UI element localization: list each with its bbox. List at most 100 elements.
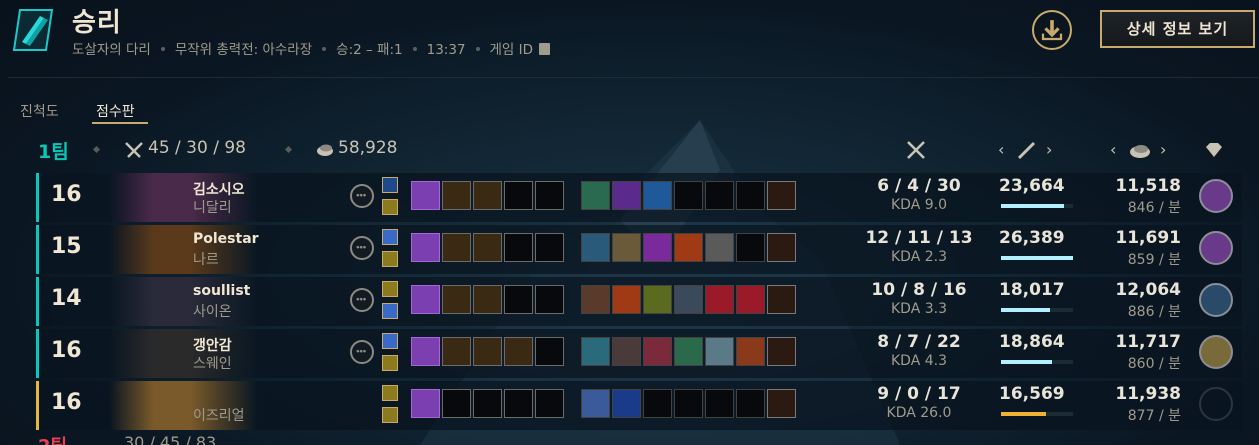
- tab-progress[interactable]: 진척도: [20, 101, 59, 121]
- item-slot-icon[interactable]: [612, 233, 641, 262]
- chat-icon[interactable]: [350, 184, 374, 208]
- mountain-backdrop: [420, 120, 900, 445]
- trinket-icon[interactable]: [767, 389, 796, 418]
- chat-icon[interactable]: [350, 236, 374, 260]
- item-slot-icon[interactable]: [581, 233, 610, 262]
- item-slot-icon[interactable]: [705, 337, 734, 366]
- result-title: 승리: [72, 8, 122, 38]
- item-slot-icon[interactable]: [581, 181, 610, 210]
- item-slot-icon[interactable]: [736, 181, 765, 210]
- augment-slot-icon: [504, 233, 533, 262]
- damage-bar: [1001, 204, 1073, 208]
- summoner-spell-icon: [382, 407, 398, 423]
- augment-slot-icon: [535, 233, 564, 262]
- honor-badge[interactable]: [1199, 179, 1233, 213]
- augment-slot-icon: [411, 389, 440, 418]
- item-slot-icon[interactable]: [674, 233, 703, 262]
- champion-name: 나르: [193, 252, 219, 268]
- player-kda-ratio: KDA 4.3: [890, 353, 947, 369]
- player-name[interactable]: Polestar: [193, 231, 259, 247]
- player-damage: 16,569: [999, 384, 1065, 404]
- honor-badge[interactable]: [1199, 387, 1233, 421]
- map-name: 도살자의 다리: [72, 42, 151, 58]
- item-slot-icon[interactable]: [643, 285, 672, 314]
- player-name[interactable]: 김소시오: [193, 179, 245, 199]
- view-details-button[interactable]: 상세 정보 보기: [1100, 10, 1255, 48]
- item-slot-icon[interactable]: [612, 285, 641, 314]
- item-slot-icon[interactable]: [736, 337, 765, 366]
- honor-badge[interactable]: [1199, 231, 1233, 265]
- player-kda-ratio: KDA 2.3: [890, 249, 947, 265]
- item-slot-icon[interactable]: [643, 337, 672, 366]
- tab-scoreboard[interactable]: 점수판: [96, 101, 135, 121]
- copy-icon[interactable]: [539, 43, 551, 55]
- trinket-icon[interactable]: [767, 181, 796, 210]
- item-slot-icon[interactable]: [705, 389, 734, 418]
- player-row[interactable]: 14 soullist 사이온 10 / 8 / 16 KDA 3.3 18,017 12,…: [36, 277, 1242, 326]
- item-slot-icon[interactable]: [736, 285, 765, 314]
- damage-bar-fill: [1001, 308, 1050, 312]
- summoner-spell-icon: [382, 281, 398, 297]
- player-gold-per-min: 860 / 분: [1127, 356, 1181, 372]
- trinket-icon[interactable]: [767, 285, 796, 314]
- item-slot-icon[interactable]: [674, 337, 703, 366]
- augment-slot-icon: [473, 389, 502, 418]
- player-row[interactable]: 16 갱안감 스웨인 8 / 7 / 22 KDA 4.3 18,864 11,717 860…: [36, 329, 1242, 378]
- item-slot-icon[interactable]: [736, 389, 765, 418]
- damage-bar-fill: [1001, 360, 1053, 364]
- player-row[interactable]: 16 김소시오 니달리 6 / 4 / 30 KDA 9.0 23,664 11,518 84…: [36, 173, 1242, 222]
- item-slot-icon[interactable]: [612, 389, 641, 418]
- player-row[interactable]: 15 Polestar 나르 12 / 11 / 13 KDA 2.3 26,389 11,…: [36, 225, 1242, 274]
- next-arrow-icon[interactable]: ›: [1046, 140, 1052, 159]
- trinket-icon[interactable]: [767, 233, 796, 262]
- player-damage: 26,389: [999, 228, 1065, 248]
- item-slot-icon[interactable]: [643, 389, 672, 418]
- item-slot-icon[interactable]: [643, 181, 672, 210]
- player-damage: 18,864: [999, 332, 1065, 352]
- player-name[interactable]: 갱안감: [193, 335, 232, 355]
- item-slot-icon[interactable]: [581, 285, 610, 314]
- prev-arrow-icon[interactable]: ‹: [1110, 140, 1116, 159]
- player-damage: 18,017: [999, 280, 1065, 300]
- augment-slot-icon: [442, 181, 471, 210]
- item-slot-icon[interactable]: [612, 181, 641, 210]
- item-slot-icon[interactable]: [705, 181, 734, 210]
- item-slot-icon[interactable]: [674, 285, 703, 314]
- augment-slot-icon: [442, 337, 471, 366]
- next-arrow-icon[interactable]: ›: [1160, 140, 1166, 159]
- augment-slot-icon: [504, 181, 533, 210]
- item-slot-icon[interactable]: [581, 389, 610, 418]
- separator-dot: [475, 47, 480, 51]
- item-slot-icon[interactable]: [581, 337, 610, 366]
- prev-arrow-icon[interactable]: ‹: [998, 140, 1004, 159]
- chat-icon[interactable]: [350, 340, 374, 364]
- augment-slot-icon: [411, 181, 440, 210]
- augment-slot-icon: [504, 285, 533, 314]
- win-loss-record: 승:2 – 패:1: [336, 42, 403, 58]
- player-gold: 11,717: [1115, 332, 1181, 352]
- separator-dot: [284, 145, 293, 154]
- download-button[interactable]: [1032, 10, 1072, 50]
- player-gold: 11,938: [1115, 384, 1181, 404]
- augment-slot-icon: [535, 389, 564, 418]
- damage-bar-fill: [1001, 204, 1065, 208]
- item-slot-icon[interactable]: [674, 181, 703, 210]
- player-row[interactable]: 16 이즈리얼 9 / 0 / 17 KDA 26.0 16,569 11,938 877 …: [36, 381, 1242, 430]
- honor-badge[interactable]: [1199, 335, 1233, 369]
- item-slot-icon[interactable]: [643, 233, 672, 262]
- augment-slot-icon: [442, 233, 471, 262]
- chat-icon[interactable]: [350, 288, 374, 312]
- trinket-icon[interactable]: [767, 337, 796, 366]
- player-name[interactable]: soullist: [193, 283, 250, 299]
- item-slot-icon[interactable]: [736, 233, 765, 262]
- item-slot-icon[interactable]: [705, 233, 734, 262]
- item-slot-icon[interactable]: [612, 337, 641, 366]
- player-gold: 11,518: [1115, 176, 1181, 196]
- champion-level: 16: [51, 182, 82, 207]
- item-slot-icon[interactable]: [705, 285, 734, 314]
- item-slot-icon[interactable]: [674, 389, 703, 418]
- player-kda-ratio: KDA 3.3: [890, 301, 947, 317]
- postgame-scoreboard: 승리 도살자의 다리 무작위 총력전: 아수라장 승:2 – 패:1 13:37 게임 …: [0, 0, 1259, 445]
- sword-icon: [1017, 141, 1036, 160]
- honor-badge[interactable]: [1199, 283, 1233, 317]
